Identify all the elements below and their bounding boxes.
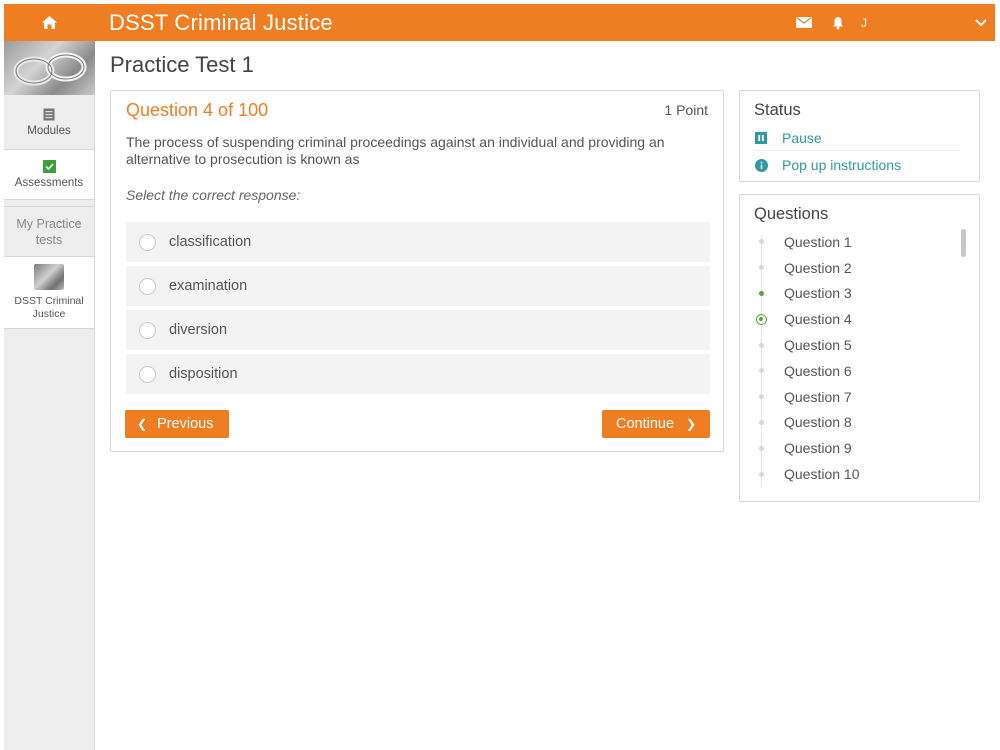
radio-button[interactable] [139, 233, 156, 251]
popup-instructions-link[interactable]: Pop up instructions [754, 152, 960, 178]
question-nav-item-3[interactable]: Question 3 [754, 281, 964, 307]
info-icon [754, 158, 768, 172]
question-instruction: Select the correct response: [126, 187, 301, 203]
sidebar-item-label: Assessments [14, 177, 84, 189]
chevron-left-icon: ❮ [137, 417, 148, 431]
question-nav-item-10[interactable]: Question 10 [754, 461, 964, 487]
question-status-dot [759, 342, 764, 348]
radio-button[interactable] [139, 277, 156, 295]
check-icon [42, 160, 56, 173]
question-nav-item-9[interactable]: Question 9 [754, 435, 964, 461]
question-nav-label: Question 2 [784, 259, 852, 276]
answer-option[interactable]: disposition [126, 354, 710, 394]
pause-link[interactable]: Pause [754, 125, 960, 151]
question-nav-item-1[interactable]: Question 1 [754, 229, 964, 255]
question-status-dot [759, 368, 764, 374]
question-nav-label: Question 3 [784, 285, 852, 302]
sidebar-item-dsst-criminal-justice[interactable]: DSST Criminal Justice [4, 257, 94, 329]
question-nav-item-2[interactable]: Question 2 [754, 255, 964, 281]
question-status-dot [759, 419, 764, 425]
course-banner-image [4, 41, 95, 95]
questions-title: Questions [754, 205, 829, 223]
radio-button[interactable] [139, 365, 156, 383]
question-status-dot [759, 239, 764, 245]
sidebar-item-label: My Practice tests [16, 216, 82, 247]
answer-option-label: disposition [169, 366, 238, 382]
question-nav-label: Question 8 [784, 414, 852, 431]
question-nav-label: Question 7 [784, 388, 852, 405]
sidebar-item-assessments[interactable]: Assessments [4, 150, 94, 200]
answer-option-label: classification [169, 234, 252, 250]
app-title: DSST Criminal Justice [109, 9, 333, 35]
questions-card: Questions Question 1 Question 2 Question… [739, 194, 980, 502]
question-status-dot [759, 445, 764, 451]
chevron-down-icon [975, 18, 987, 26]
questions-list: Question 1 Question 2 Question 3 Questio… [754, 229, 964, 487]
mail-button[interactable] [787, 17, 821, 28]
sidebar-item-modules[interactable]: Modules [4, 95, 94, 150]
answer-options: classification examination diversion dis… [126, 222, 710, 398]
question-nav-item-5[interactable]: Question 5 [754, 332, 964, 358]
top-bar: DSST Criminal Justice J [4, 4, 995, 41]
pause-icon [754, 131, 768, 145]
question-nav-label: Question 10 [784, 466, 860, 483]
chevron-right-icon: ❯ [686, 417, 697, 431]
question-nav-item-8[interactable]: Question 8 [754, 410, 964, 436]
status-card: Status Pause Pop up instructions [739, 90, 980, 182]
modules-icon [43, 108, 55, 120]
answer-option-label: diversion [169, 322, 228, 338]
question-header: Question 4 of 100 [126, 100, 269, 120]
notifications-button[interactable] [821, 16, 855, 30]
question-points: 1 Point [664, 102, 708, 118]
popup-instructions-label: Pop up instructions [782, 157, 902, 173]
sidebar: Modules Assessments My Practice tests DS… [4, 41, 95, 750]
page-title: Practice Test 1 [110, 52, 254, 77]
previous-button-label: Previous [157, 416, 214, 432]
question-status-dot [759, 394, 764, 400]
handcuffs-image [13, 52, 87, 86]
question-status-dot [759, 471, 764, 477]
sidebar-item-label: DSST Criminal Justice [14, 295, 84, 320]
home-button[interactable] [4, 4, 94, 41]
question-nav-item-7[interactable]: Question 7 [754, 384, 964, 410]
question-card: Question 4 of 100 1 Point The process of… [110, 90, 724, 452]
user-initial[interactable]: J [861, 16, 867, 30]
course-thumbnail [34, 264, 64, 290]
mail-icon [796, 17, 812, 28]
current-question-indicator [756, 313, 767, 325]
question-nav-label: Question 9 [784, 440, 852, 457]
question-nav-label: Question 5 [784, 337, 852, 354]
question-status-dot [759, 290, 764, 296]
radio-button[interactable] [139, 321, 156, 339]
continue-button[interactable]: Continue ❯ [602, 410, 710, 438]
previous-button[interactable]: ❮ Previous [125, 410, 229, 438]
question-nav-item-6[interactable]: Question 6 [754, 358, 964, 384]
question-nav-label: Question 4 [784, 311, 852, 328]
sidebar-item-my-practice-tests[interactable]: My Practice tests [4, 206, 94, 257]
answer-option-label: examination [169, 278, 248, 294]
question-nav-label: Question 1 [784, 233, 852, 250]
continue-button-label: Continue [616, 416, 675, 432]
question-nav-label: Question 6 [784, 362, 852, 379]
answer-option[interactable]: classification [126, 222, 710, 262]
bell-icon [833, 16, 843, 29]
question-status-dot [759, 265, 764, 271]
user-menu-toggle[interactable] [967, 18, 995, 27]
home-icon [41, 16, 57, 29]
status-title: Status [754, 101, 801, 119]
answer-option[interactable]: diversion [126, 310, 710, 350]
pause-label: Pause [782, 129, 822, 146]
question-text: The process of suspending criminal proce… [126, 134, 665, 167]
questions-scrollbar[interactable] [961, 229, 966, 257]
answer-option[interactable]: examination [126, 266, 710, 306]
question-nav-item-4[interactable]: Question 4 [754, 306, 964, 332]
sidebar-item-label: Modules [27, 124, 71, 137]
